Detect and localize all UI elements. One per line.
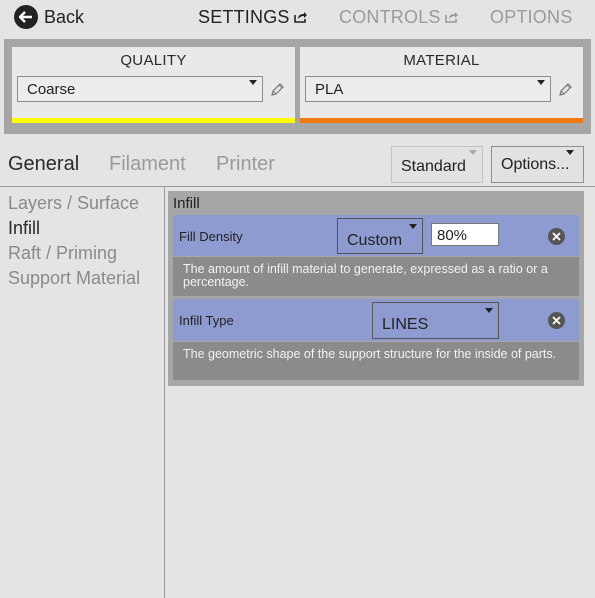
- tab-controls[interactable]: CONTROLS: [339, 7, 459, 28]
- chevron-down-icon: [537, 80, 545, 85]
- infill-type-dropdown[interactable]: LINES: [372, 302, 499, 339]
- fill-density-input[interactable]: [431, 223, 499, 246]
- tab-general[interactable]: General: [8, 153, 79, 176]
- tab-filament[interactable]: Filament: [109, 153, 186, 176]
- sidebar-item-raft-priming[interactable]: Raft / Priming: [8, 243, 117, 264]
- material-selected-value: PLA: [315, 81, 344, 98]
- clear-icon[interactable]: [548, 228, 565, 245]
- chevron-down-icon: [249, 80, 257, 85]
- external-link-icon: [293, 7, 308, 28]
- section-title: Infill: [173, 195, 200, 212]
- fill-density-mode-value: Custom: [347, 232, 403, 249]
- quality-color-strip: [12, 118, 295, 123]
- quality-box: QUALITY Coarse: [12, 47, 295, 123]
- chevron-down-icon: [485, 308, 493, 313]
- infill-section: Infill Fill Density Custom The amount of…: [168, 191, 584, 386]
- mode-dropdown-label: Standard: [401, 158, 466, 175]
- options-button-label: Options...: [501, 156, 570, 173]
- tab-settings[interactable]: SETTINGS: [198, 7, 308, 28]
- sidebar-divider: [164, 187, 165, 598]
- mode-dropdown[interactable]: Standard: [391, 146, 483, 183]
- infill-type-description: The geometric shape of the support struc…: [173, 342, 579, 380]
- tab-controls-label: CONTROLS: [339, 7, 441, 27]
- clear-icon[interactable]: [548, 312, 565, 329]
- tab-options[interactable]: OPTIONS: [490, 7, 572, 28]
- pencil-icon[interactable]: [270, 82, 285, 102]
- pencil-icon[interactable]: [558, 82, 573, 102]
- fill-density-description: The amount of infill material to generat…: [173, 257, 579, 296]
- quality-select[interactable]: Coarse: [17, 76, 263, 102]
- chevron-down-icon: [566, 150, 574, 155]
- chevron-down-icon: [469, 150, 477, 155]
- external-link-icon: [444, 7, 459, 28]
- tab-settings-label: SETTINGS: [198, 7, 290, 27]
- material-select[interactable]: PLA: [305, 76, 551, 102]
- quality-selected-value: Coarse: [27, 81, 76, 98]
- fill-density-mode-dropdown[interactable]: Custom: [337, 218, 423, 254]
- top-nav-bar: Back SETTINGS CONTROLS OPTIONS: [0, 0, 595, 36]
- sidebar-item-infill[interactable]: Infill: [8, 218, 40, 239]
- divider: [0, 186, 595, 187]
- back-arrow-icon: [14, 5, 38, 29]
- tab-options-label: OPTIONS: [490, 7, 573, 27]
- material-box: MATERIAL PLA: [300, 47, 583, 123]
- sidebar-item-layers-surface[interactable]: Layers / Surface: [8, 193, 139, 214]
- back-label: Back: [44, 6, 85, 27]
- material-title: MATERIAL: [403, 52, 480, 69]
- quality-material-panel: QUALITY Coarse MATERIAL PLA: [4, 39, 591, 134]
- infill-type-value: LINES: [382, 316, 429, 333]
- setting-row-infill-type: Infill Type LINES: [173, 299, 579, 341]
- back-button[interactable]: Back: [14, 5, 85, 29]
- fill-density-label: Fill Density: [179, 229, 243, 244]
- infill-type-label: Infill Type: [179, 313, 234, 328]
- material-color-strip: [300, 118, 583, 123]
- quality-title: QUALITY: [120, 52, 187, 69]
- tab-printer[interactable]: Printer: [216, 153, 275, 176]
- sidebar-item-support-material[interactable]: Support Material: [8, 268, 140, 289]
- options-button[interactable]: Options...: [491, 146, 584, 183]
- chevron-down-icon: [409, 224, 417, 229]
- setting-row-fill-density: Fill Density Custom: [173, 215, 579, 256]
